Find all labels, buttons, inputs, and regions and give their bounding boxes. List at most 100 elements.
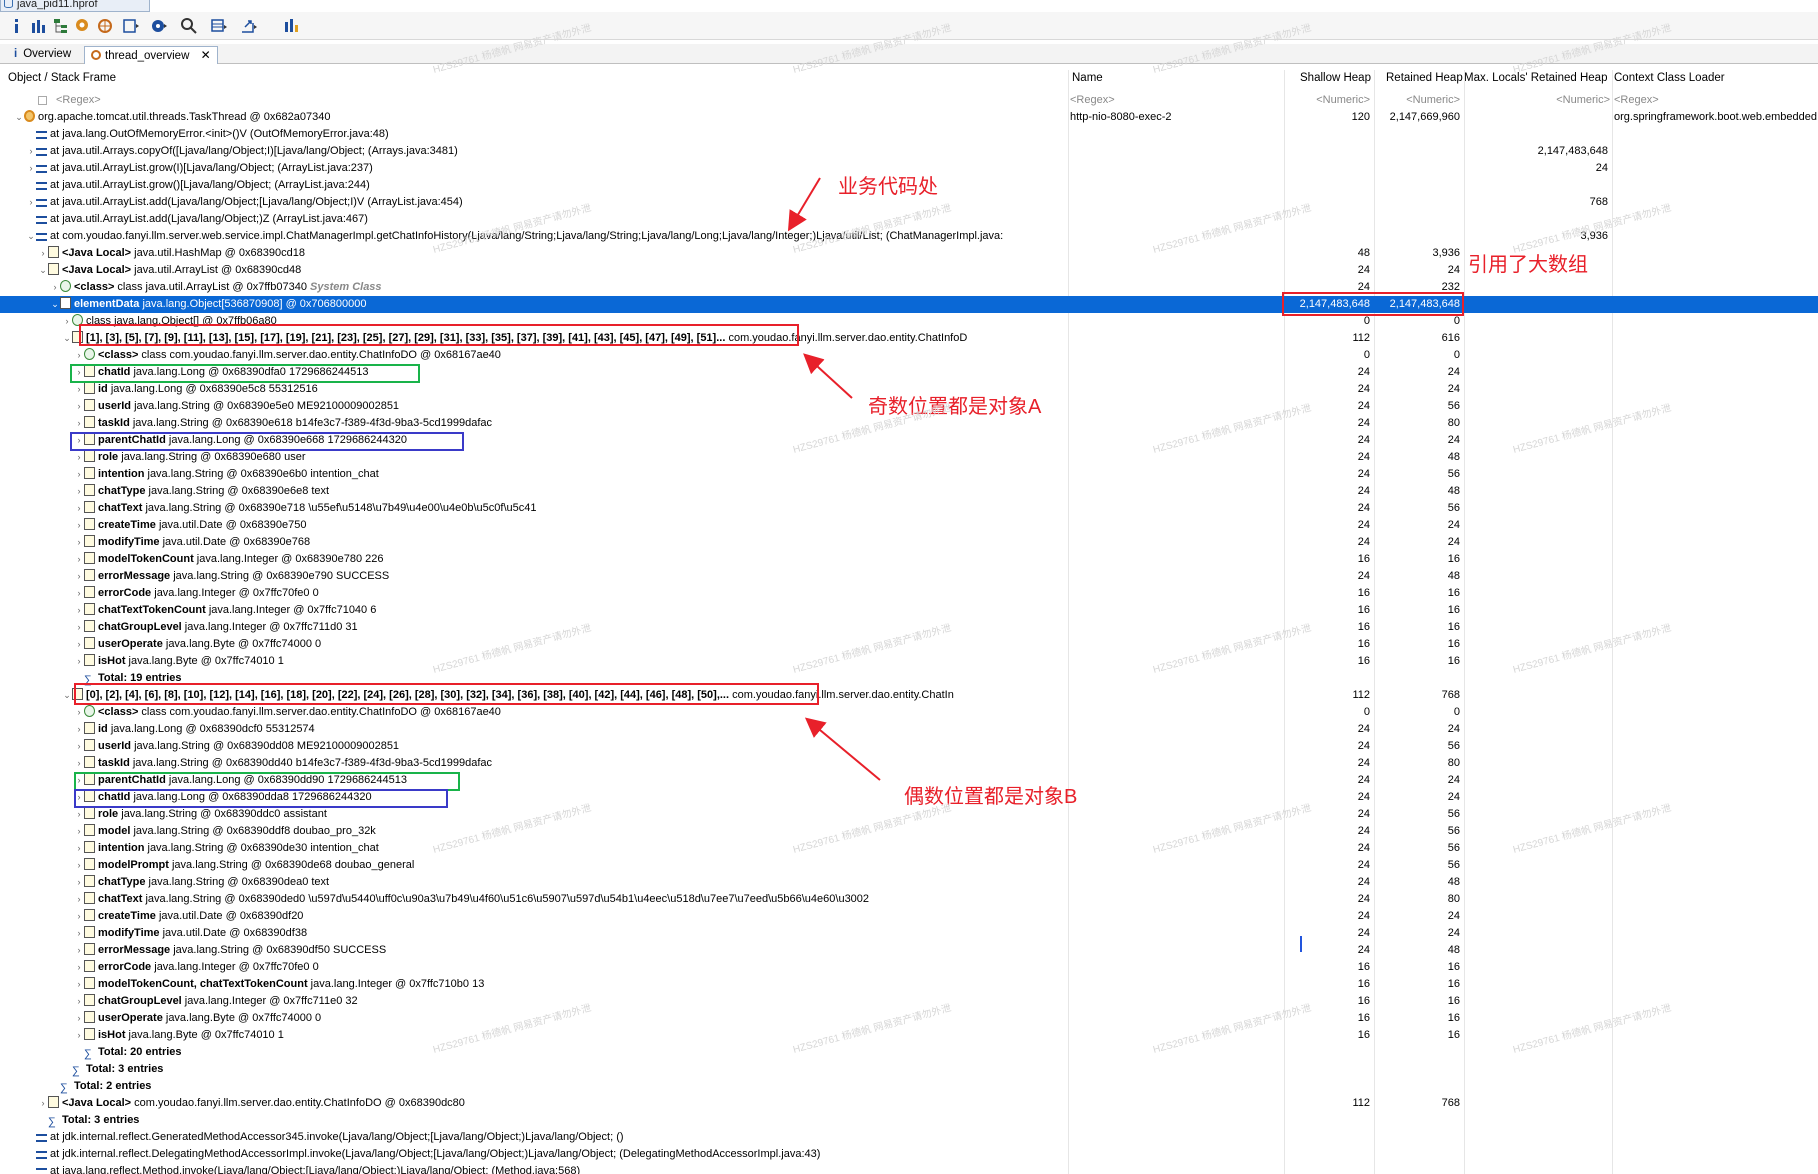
- tree-row[interactable]: › errorCode java.lang.Integer @ 0x7ffc70f…: [0, 959, 1818, 976]
- tree-row[interactable]: › chatGroupLevel java.lang.Integer @ 0x7f…: [0, 993, 1818, 1010]
- expand-toggle-icon[interactable]: ›: [74, 840, 84, 857]
- tree-row[interactable]: › chatType java.lang.String @ 0x68390e6e8…: [0, 483, 1818, 500]
- tree-row[interactable]: ⌄ org.apache.tomcat.util.threads.TaskThre…: [0, 109, 1818, 126]
- tree-row[interactable]: ∑ Total: 3 entries: [0, 1061, 1818, 1078]
- expand-toggle-icon[interactable]: ›: [74, 959, 84, 976]
- expand-toggle-icon[interactable]: ›: [74, 398, 84, 415]
- column-shallow-heap[interactable]: Shallow Heap: [1300, 72, 1371, 84]
- search-icon[interactable]: [180, 17, 198, 35]
- tree-row[interactable]: at java.lang.reflect.Method.invoke(Ljava…: [0, 1163, 1818, 1174]
- histogram-icon[interactable]: [30, 17, 48, 35]
- expand-toggle-icon[interactable]: ›: [74, 381, 84, 398]
- expand-toggle-icon[interactable]: ›: [74, 636, 84, 653]
- expand-toggle-icon[interactable]: ›: [26, 160, 36, 177]
- tree-row[interactable]: at jdk.internal.reflect.GeneratedMethodA…: [0, 1129, 1818, 1146]
- expand-toggle-icon[interactable]: ›: [74, 721, 84, 738]
- filter-input-5[interactable]: <Regex>: [1614, 92, 1814, 109]
- filter-input-4[interactable]: <Numeric>: [1470, 92, 1610, 109]
- thread-overview-icon[interactable]: [96, 17, 114, 35]
- tree-row[interactable]: › chatType java.lang.String @ 0x68390dea0…: [0, 874, 1818, 891]
- tree-row[interactable]: › <class> class com.youdao.fanyi.llm.serv…: [0, 704, 1818, 721]
- collapse-toggle-icon[interactable]: ⌄: [38, 262, 48, 279]
- column-max-locals-retained-heap[interactable]: Max. Locals' Retained Heap: [1464, 72, 1607, 84]
- expand-toggle-icon[interactable]: ›: [74, 806, 84, 823]
- tree-row[interactable]: at java.lang.OutOfMemoryError.<init>()V …: [0, 126, 1818, 143]
- collapse-toggle-icon[interactable]: ⌄: [62, 687, 72, 704]
- expand-toggle-icon[interactable]: ›: [74, 347, 84, 364]
- collapse-toggle-icon[interactable]: ⌄: [14, 109, 24, 126]
- export-icon[interactable]: [240, 17, 258, 35]
- heap-dump-icon[interactable]: [150, 17, 168, 35]
- expand-toggle-icon[interactable]: ›: [74, 755, 84, 772]
- tab-overview[interactable]: i Overview: [8, 46, 77, 64]
- window-tab[interactable]: java_pid11.hprof: [0, 0, 150, 12]
- tree-row[interactable]: › modifyTime java.util.Date @ 0x68390e768…: [0, 534, 1818, 551]
- tree-row[interactable]: › modelTokenCount, chatTextTokenCount jav…: [0, 976, 1818, 993]
- expand-toggle-icon[interactable]: ›: [74, 585, 84, 602]
- expand-toggle-icon[interactable]: ›: [38, 245, 48, 262]
- expand-toggle-icon[interactable]: ›: [74, 568, 84, 585]
- collapse-toggle-icon[interactable]: ⌄: [62, 330, 72, 347]
- tree-row[interactable]: › role java.lang.String @ 0x68390e680 use…: [0, 449, 1818, 466]
- dominator-tree-icon[interactable]: [52, 17, 70, 35]
- tree-row[interactable]: › chatText java.lang.String @ 0x68390ded0…: [0, 891, 1818, 908]
- expand-toggle-icon[interactable]: ›: [74, 823, 84, 840]
- collapse-toggle-icon[interactable]: ⌄: [50, 296, 60, 313]
- expand-toggle-icon[interactable]: ›: [74, 993, 84, 1010]
- tree-row[interactable]: › taskId java.lang.String @ 0x68390dd40 b…: [0, 755, 1818, 772]
- report-icon[interactable]: [122, 17, 140, 35]
- expand-toggle-icon[interactable]: ›: [74, 1027, 84, 1044]
- expand-toggle-icon[interactable]: ›: [74, 857, 84, 874]
- query-icon[interactable]: [74, 17, 92, 35]
- tree-row[interactable]: › createTime java.util.Date @ 0x68390e750…: [0, 517, 1818, 534]
- tree-row[interactable]: ∑ Total: 2 entries: [0, 1078, 1818, 1095]
- column-retained-heap[interactable]: Retained Heap: [1386, 72, 1463, 84]
- filter-input-1[interactable]: <Regex>: [1070, 92, 1270, 109]
- expand-toggle-icon[interactable]: ›: [74, 976, 84, 993]
- expand-toggle-icon[interactable]: ›: [74, 602, 84, 619]
- tree-row[interactable]: › userId java.lang.String @ 0x68390dd08 M…: [0, 738, 1818, 755]
- column-object-stack-frame[interactable]: Object / Stack Frame: [8, 72, 116, 84]
- tree-row[interactable]: › <class> class java.util.ArrayList @ 0x7…: [0, 279, 1818, 296]
- tree-row[interactable]: › modifyTime java.util.Date @ 0x68390df38…: [0, 925, 1818, 942]
- expand-toggle-icon[interactable]: ›: [74, 942, 84, 959]
- selected-tree-row[interactable]: ⌄ elementData java.lang.Object[536870908]…: [0, 296, 1818, 313]
- expand-toggle-icon[interactable]: ›: [74, 704, 84, 721]
- expand-toggle-icon[interactable]: ›: [62, 313, 72, 330]
- filter-input-2[interactable]: <Numeric>: [1290, 92, 1370, 109]
- expand-toggle-icon[interactable]: ›: [74, 517, 84, 534]
- expand-toggle-icon[interactable]: ›: [74, 908, 84, 925]
- tree-row[interactable]: › chatText java.lang.String @ 0x68390e718…: [0, 500, 1818, 517]
- collapse-toggle-icon[interactable]: ⌄: [26, 228, 36, 245]
- expand-toggle-icon[interactable]: ›: [74, 449, 84, 466]
- expand-toggle-icon[interactable]: ›: [50, 279, 60, 296]
- expand-toggle-icon[interactable]: ›: [74, 551, 84, 568]
- expand-toggle-icon[interactable]: ›: [74, 891, 84, 908]
- tree-row[interactable]: › createTime java.util.Date @ 0x68390df20…: [0, 908, 1818, 925]
- tree-row[interactable]: › errorCode java.lang.Integer @ 0x7ffc70f…: [0, 585, 1818, 602]
- group-by-icon[interactable]: [210, 17, 228, 35]
- tree-row[interactable]: › errorMessage java.lang.String @ 0x68390…: [0, 568, 1818, 585]
- tree-row[interactable]: › modelTokenCount java.lang.Integer @ 0x6…: [0, 551, 1818, 568]
- column-name[interactable]: Name: [1072, 72, 1103, 84]
- tree-row[interactable]: at jdk.internal.reflect.DelegatingMethod…: [0, 1146, 1818, 1163]
- tree-row[interactable]: › at java.util.Arrays.copyOf([Ljava/lang/…: [0, 143, 1818, 160]
- calculate-retained-icon[interactable]: [282, 17, 300, 35]
- tree-row[interactable]: › id java.lang.Long @ 0x68390dcf0 5531257…: [0, 721, 1818, 738]
- tree-row[interactable]: › modelPrompt java.lang.String @ 0x68390d…: [0, 857, 1818, 874]
- expand-toggle-icon[interactable]: ›: [74, 466, 84, 483]
- expand-toggle-icon[interactable]: ›: [74, 500, 84, 517]
- filter-input-3[interactable]: <Numeric>: [1378, 92, 1460, 109]
- filter-input-0[interactable]: <Regex>: [56, 92, 256, 109]
- expand-toggle-icon[interactable]: ›: [74, 483, 84, 500]
- column-context-class-loader[interactable]: Context Class Loader: [1614, 72, 1725, 84]
- tree-row[interactable]: › <class> class com.youdao.fanyi.llm.serv…: [0, 347, 1818, 364]
- expand-toggle-icon[interactable]: ›: [26, 194, 36, 211]
- tab-thread-overview[interactable]: thread_overview ✕: [84, 46, 218, 64]
- expand-toggle-icon[interactable]: ›: [74, 619, 84, 636]
- expand-toggle-icon[interactable]: ›: [74, 738, 84, 755]
- close-icon[interactable]: ✕: [201, 48, 211, 62]
- tree-row[interactable]: › errorMessage java.lang.String @ 0x68390…: [0, 942, 1818, 959]
- expand-toggle-icon[interactable]: ›: [74, 653, 84, 670]
- expand-toggle-icon[interactable]: ›: [74, 874, 84, 891]
